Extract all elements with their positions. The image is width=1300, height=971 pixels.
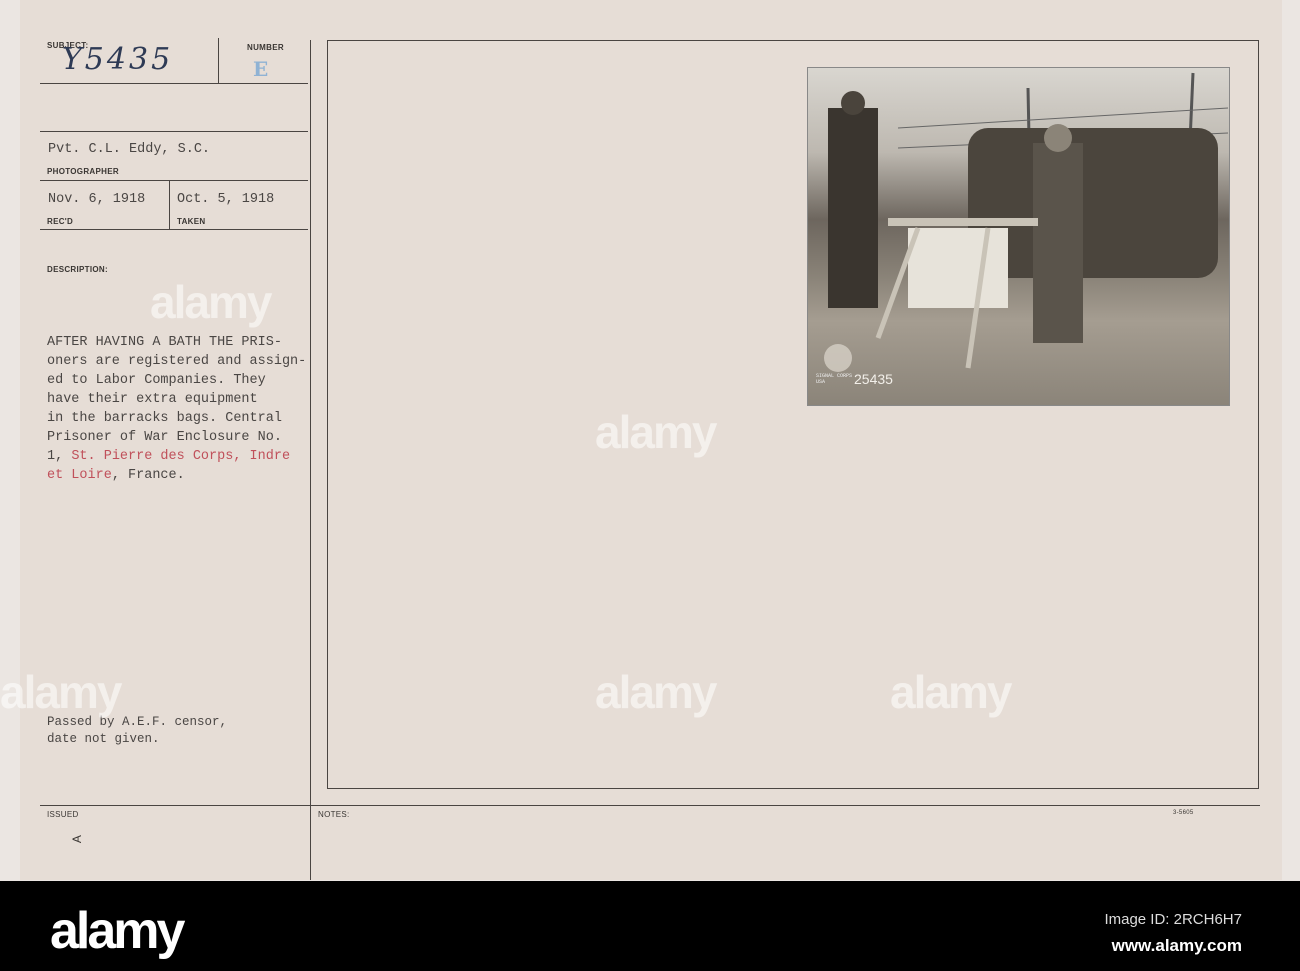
description-line: have their extra equipment <box>47 392 258 407</box>
taken-label: TAKEN <box>177 217 206 226</box>
form-number: 3-5605 <box>1173 810 1194 816</box>
photo-scene <box>824 72 1229 372</box>
divider <box>40 131 308 132</box>
description-fragment: 1, <box>47 449 72 464</box>
taken-value: Oct. 5, 1918 <box>177 192 275 207</box>
watermark: alamy <box>890 666 1012 718</box>
watermark: alamy <box>0 666 122 718</box>
description-fragment: , France. <box>111 468 185 483</box>
description-line: AFTER HAVING A BATH THE PRIS- <box>47 335 282 350</box>
number-label: NUMBER <box>247 43 284 52</box>
divider <box>40 83 308 84</box>
photo-number: 25435 <box>854 371 893 387</box>
issued-label: ISSUED <box>47 810 79 819</box>
issued-mark: A <box>70 834 85 844</box>
watermark: alamy <box>150 276 272 328</box>
description-line: Prisoner of War Enclosure No. <box>47 430 282 445</box>
prisoner-registration-photo: SIGNAL CORPS USA 25435 <box>807 67 1230 406</box>
divider <box>40 180 308 181</box>
divider <box>310 40 311 880</box>
description-line: oners are registered and assign- <box>47 354 307 369</box>
divider <box>169 181 170 229</box>
number-value: E <box>253 57 269 81</box>
received-value: Nov. 6, 1918 <box>48 192 146 207</box>
description-line: 1, St. Pierre des Corps, Indre <box>47 447 290 466</box>
photographer-label: PHOTOGRAPHER <box>47 167 119 176</box>
watermark: alamy <box>595 406 717 458</box>
location-text: St. Pierre des Corps, Indre <box>71 449 291 464</box>
description-line: ed to Labor Companies. They <box>47 373 266 388</box>
subject-value: Y5435 <box>62 42 174 77</box>
divider <box>40 805 1260 806</box>
received-label: REC'D <box>47 217 74 226</box>
description-label: DESCRIPTION: <box>47 265 108 274</box>
photo-stamp: SIGNAL CORPS USA <box>816 373 853 385</box>
location-text: et Loire <box>47 468 112 483</box>
description-line: in the barracks bags. Central <box>47 411 282 426</box>
watermark: alamy <box>595 666 717 718</box>
alamy-logo: alamy <box>50 902 185 960</box>
footer-bar: alamy Image ID: 2RCH6H7 www.alamy.com <box>0 881 1300 971</box>
alamy-url[interactable]: www.alamy.com <box>1112 936 1242 956</box>
censor-line: date not given. <box>47 732 160 746</box>
divider <box>40 229 308 230</box>
divider <box>218 38 219 84</box>
photographer-value: Pvt. C.L. Eddy, S.C. <box>48 142 211 157</box>
image-id: Image ID: 2RCH6H7 <box>1104 911 1242 928</box>
description-line: et Loire, France. <box>47 466 185 485</box>
notes-label: NOTES: <box>318 810 350 819</box>
